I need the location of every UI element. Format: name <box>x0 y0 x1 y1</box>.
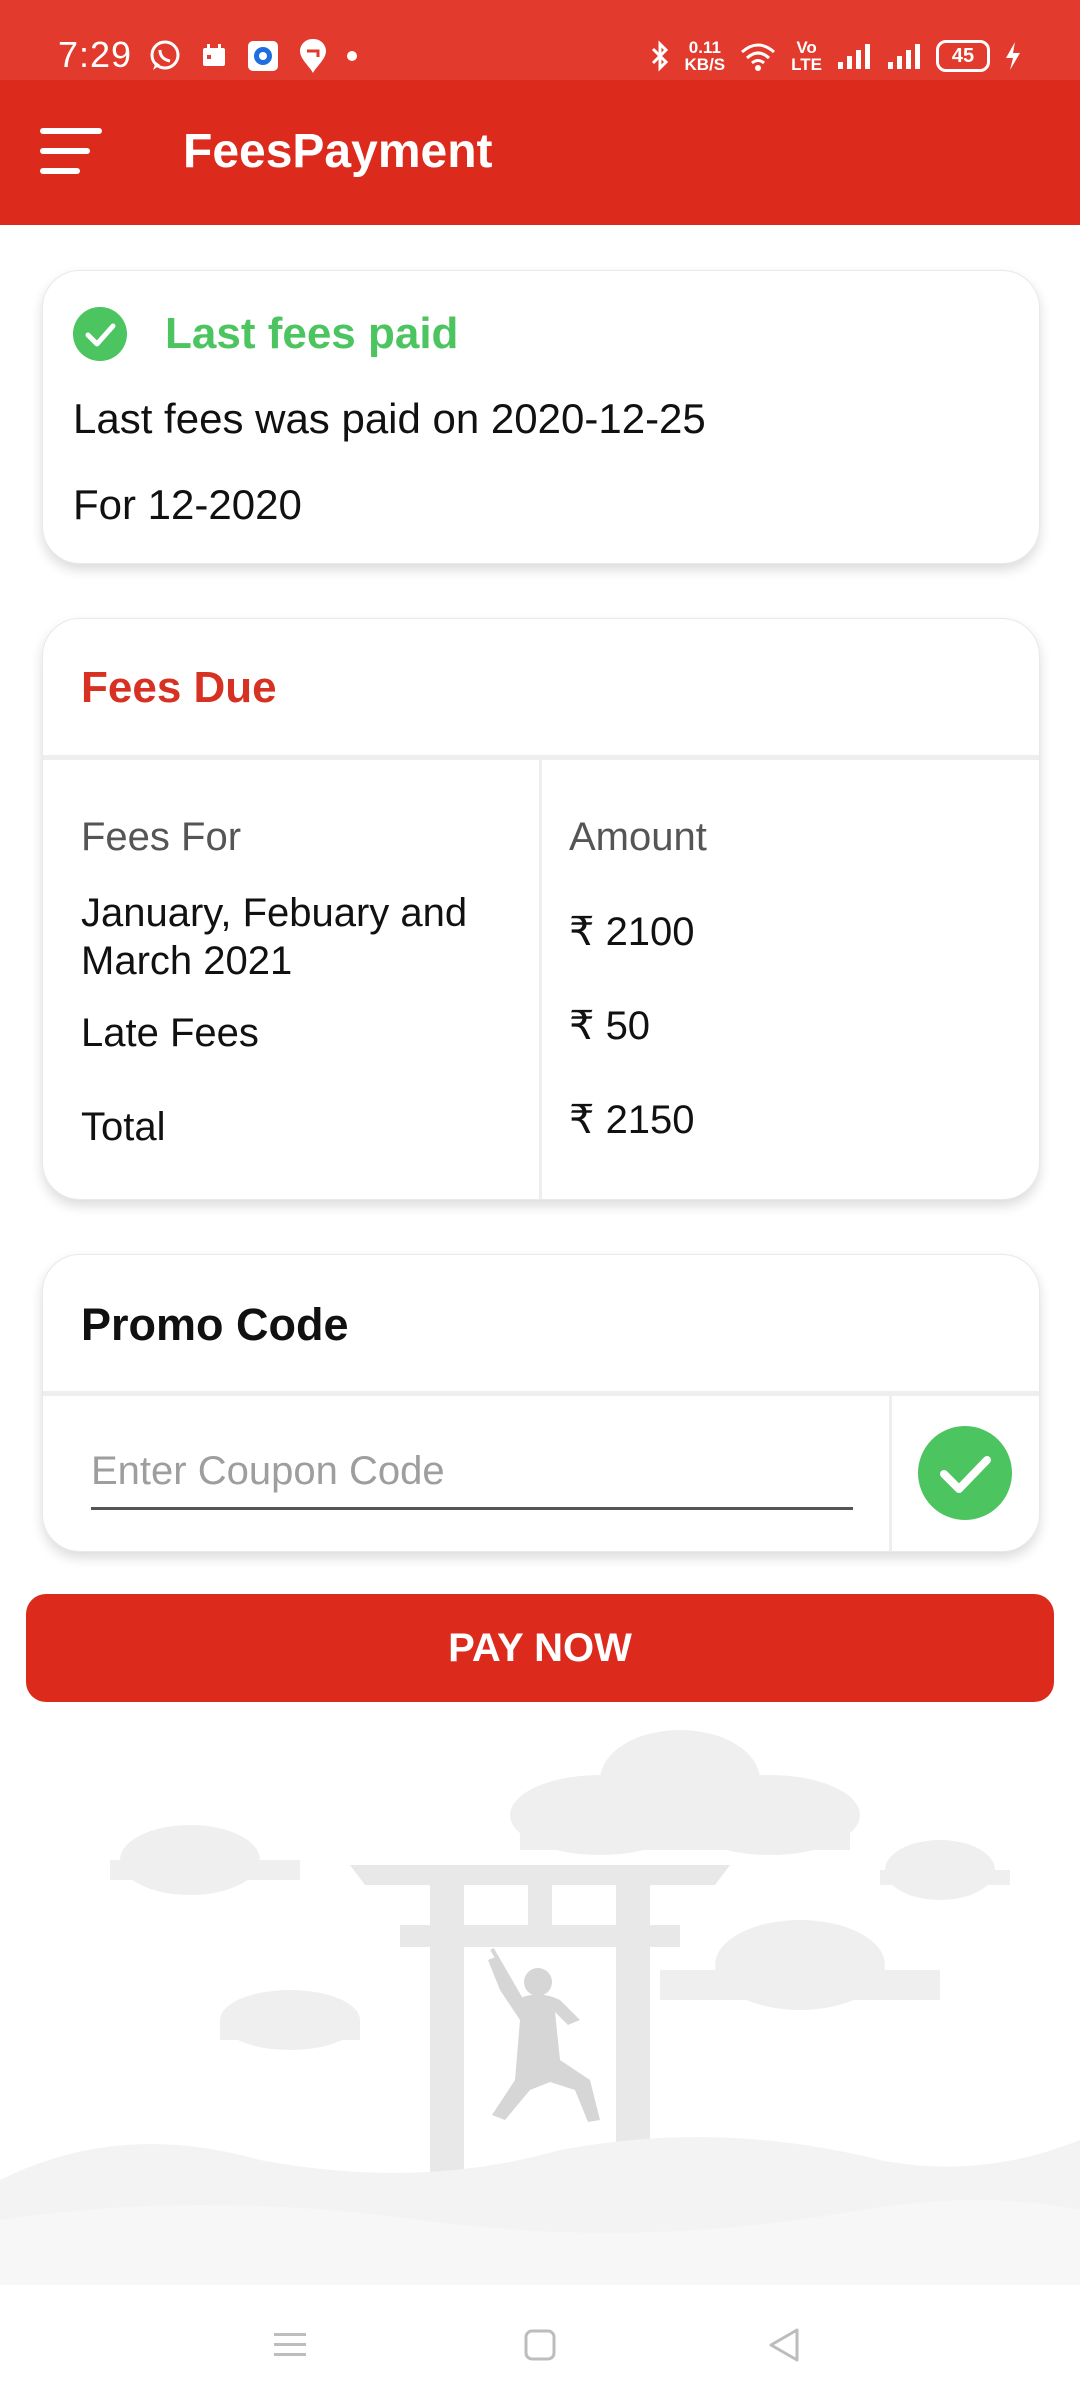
hamburger-menu-icon[interactable] <box>40 128 102 178</box>
fee-item-label: January, Febuary and March 2021 <box>81 891 468 983</box>
app-title: FeesPayment <box>183 125 493 178</box>
volte-label-bottom: LTE <box>791 55 822 74</box>
total-amount: ₹ 2150 <box>569 1098 695 1142</box>
recents-icon[interactable] <box>270 2325 310 2365</box>
system-navigation-bar <box>0 2285 1080 2400</box>
promo-code-heading: Promo Code <box>81 1299 349 1350</box>
signal-strength-icon <box>838 44 870 69</box>
signal-strength-icon <box>888 44 920 69</box>
fees-due-card: Fees Due Fees For Amount January, Febuar… <box>42 618 1040 1200</box>
pay-now-button[interactable]: PAY NOW <box>26 1594 1054 1702</box>
total-label: Total <box>81 1105 166 1149</box>
whatsapp-icon <box>150 40 180 70</box>
last-fees-paid-card: Last fees paid Last fees was paid on 202… <box>42 270 1040 564</box>
back-icon[interactable] <box>765 2325 805 2365</box>
swiggy-icon <box>300 39 326 73</box>
status-time: 7:29 <box>58 34 133 75</box>
column-header-amount: Amount <box>569 815 707 859</box>
status-bar: 7:29 0.11 KB/S Vo LTE 45 <box>0 0 1080 80</box>
column-header-fees-for: Fees For <box>81 815 242 859</box>
network-speed-unit: KB/S <box>684 55 726 74</box>
charging-bolt-icon <box>1006 42 1020 70</box>
last-paid-date-text: Last fees was paid on 2020-12-25 <box>73 395 706 442</box>
last-fees-paid-heading: Last fees paid <box>165 309 459 358</box>
calendar-icon <box>203 44 225 66</box>
home-icon[interactable] <box>520 2325 560 2365</box>
more-notifications-dot-icon <box>347 51 357 61</box>
promo-code-card: Promo Code <box>42 1254 1040 1552</box>
divider <box>889 1396 892 1551</box>
wifi-icon <box>741 43 776 71</box>
system-icons: 0.11 KB/S Vo LTE 45 <box>649 34 1022 78</box>
network-speed-value: 0.11 <box>688 38 721 57</box>
check-circle-icon <box>73 307 127 361</box>
app-bar: FeesPayment <box>0 80 1080 225</box>
bluetooth-icon <box>651 40 668 72</box>
battery-indicator: 45 <box>936 40 990 72</box>
app-notification-icon <box>248 41 278 71</box>
notification-icons <box>148 36 358 76</box>
fee-item-amount: ₹ 2100 <box>569 910 695 954</box>
fee-item-label: Late Fees <box>81 1011 259 1055</box>
coupon-code-input[interactable] <box>91 1441 853 1510</box>
volte-indicator: Vo LTE <box>791 39 822 73</box>
last-paid-period-text: For 12-2020 <box>73 481 302 528</box>
fees-due-heading: Fees Due <box>81 663 277 712</box>
volte-label-top: Vo <box>796 38 817 57</box>
divider <box>539 760 542 1199</box>
fee-item-amount: ₹ 50 <box>569 1004 651 1048</box>
ninja-torii-illustration <box>0 1730 1080 2290</box>
battery-level: 45 <box>951 45 975 67</box>
apply-coupon-check-icon[interactable] <box>917 1425 1013 1521</box>
network-speed: 0.11 KB/S <box>685 39 726 73</box>
